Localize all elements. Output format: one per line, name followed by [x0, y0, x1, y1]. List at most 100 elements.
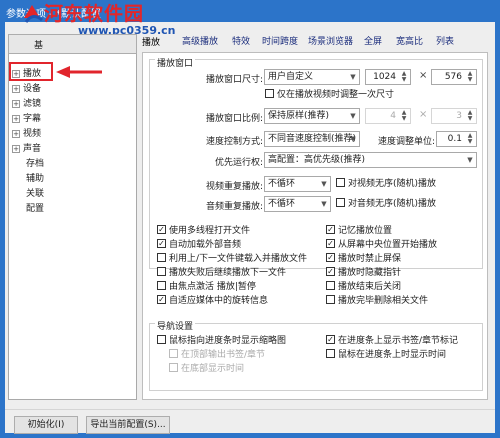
- checkbox-icon: [157, 281, 166, 290]
- spinner-icon[interactable]: ▲ ▼: [465, 110, 475, 122]
- expand-icon[interactable]: +: [12, 144, 20, 153]
- tree-header[interactable]: 基: [8, 34, 137, 54]
- group-title: 播放窗口: [155, 56, 196, 69]
- checkbox-label: 记忆播放位置: [338, 226, 393, 236]
- speed-unit-label: 速度调整单位:: [377, 137, 435, 147]
- audio-repeat-select[interactable]: 不循环 ▼: [264, 196, 331, 212]
- audio-repeat-label: 音频重复播放:: [205, 202, 263, 212]
- tree-item-association[interactable]: 关联: [26, 186, 44, 199]
- tree-item-sound[interactable]: + 声音: [12, 141, 41, 154]
- width-input[interactable]: 1024 ▲ ▼: [365, 69, 411, 85]
- checkbox-label: 播放时隐藏指针: [338, 268, 402, 278]
- checkbox-icon: [157, 253, 166, 262]
- checkbox-label: 播放结束后关闭: [338, 282, 402, 292]
- option-checkbox[interactable]: ✓ 使用多线程打开文件: [157, 225, 250, 237]
- tab-advanced-play[interactable]: 高级播放: [182, 34, 218, 47]
- tab-fullscreen[interactable]: 全屏: [364, 34, 382, 47]
- tree-item-label: 存档: [26, 159, 45, 169]
- tree-item-config[interactable]: 配置: [26, 201, 44, 214]
- only-first-checkbox[interactable]: 仅在播放视频时调整一次尺寸: [265, 89, 394, 101]
- width-value: 1024: [373, 72, 396, 82]
- thumbnail-checkbox[interactable]: 鼠标指向进度条时显示缩略图: [157, 335, 286, 347]
- export-config-button[interactable]: 导出当前配置(S)...: [86, 416, 170, 434]
- option-checkbox[interactable]: ✓ 记忆播放位置: [326, 225, 392, 237]
- checked-icon: ✓: [326, 267, 335, 276]
- height-input[interactable]: 576 ▲ ▼: [431, 69, 477, 85]
- priority-select-value: 高配置：高优先级(推荐): [268, 155, 366, 165]
- expand-icon[interactable]: +: [12, 84, 20, 93]
- ratio-b-input[interactable]: 3 ▲ ▼: [431, 108, 477, 124]
- option-checkbox[interactable]: 利用上/下一文件键载入并播放文件: [157, 253, 307, 265]
- spinner-icon[interactable]: ▲ ▼: [465, 71, 475, 83]
- checkbox-label: 仅在播放视频时调整一次尺寸: [277, 90, 395, 100]
- option-checkbox[interactable]: 播放完毕删除相关文件: [326, 295, 428, 307]
- tree-item-archive[interactable]: 存档: [26, 156, 44, 169]
- initialize-button[interactable]: 初始化(I): [14, 416, 78, 434]
- option-checkbox[interactable]: 由焦点激活 播放|暂停: [157, 281, 256, 293]
- expand-icon[interactable]: +: [12, 99, 20, 108]
- option-checkbox[interactable]: ✓ 自动加载外部音频: [157, 239, 241, 251]
- tab-scene-browser[interactable]: 场景浏览器: [308, 34, 353, 47]
- ratio-a-input[interactable]: 4 ▲ ▼: [365, 108, 411, 124]
- spinner-icon[interactable]: ▲ ▼: [399, 110, 409, 122]
- ratio-select[interactable]: 保持原样(推荐) ▼: [264, 108, 360, 124]
- tab-play[interactable]: 播放: [142, 35, 160, 48]
- video-shuffle-checkbox[interactable]: 对视频无序(随机)播放: [336, 178, 436, 190]
- speed-select[interactable]: 不同音速度控制(推荐) ▼: [264, 131, 360, 147]
- expand-icon[interactable]: +: [12, 114, 20, 123]
- tree-item-device[interactable]: + 设备: [12, 81, 41, 94]
- tab-timespan[interactable]: 时间跨度: [262, 34, 298, 47]
- tab-effects[interactable]: 特效: [232, 34, 250, 47]
- tree-item-label: 视频: [23, 129, 42, 139]
- tree-item-label: 关联: [26, 189, 45, 199]
- expand-icon[interactable]: +: [12, 129, 20, 138]
- option-checkbox[interactable]: ✓ 播放时隐藏指针: [326, 267, 401, 279]
- bottom-time-checkbox[interactable]: 在底部显示时间: [169, 363, 244, 375]
- option-checkbox[interactable]: 播放结束后关闭: [326, 281, 401, 293]
- tree-item-subtitle[interactable]: + 字幕: [12, 111, 41, 124]
- option-checkbox[interactable]: ✓ 从屏幕中央位置开始播放: [326, 239, 437, 251]
- option-checkbox[interactable]: ✓ 自适应媒体中的旋转信息: [157, 295, 268, 307]
- arrow-icon: [56, 66, 102, 78]
- checkbox-label: 在底部显示时间: [181, 364, 245, 374]
- chevron-down-icon: ▼: [350, 135, 356, 143]
- checkbox-label: 鼠标在进度条上时显示时间: [338, 350, 447, 360]
- checkbox-icon: [326, 349, 335, 358]
- checkbox-label: 在进度条上显示书签/章节标记: [338, 336, 459, 346]
- option-checkbox[interactable]: 播放失败后继续播放下一文件: [157, 267, 286, 279]
- hover-time-checkbox[interactable]: 鼠标在进度条上时显示时间: [326, 349, 446, 361]
- video-repeat-select[interactable]: 不循环 ▼: [264, 176, 331, 192]
- tree-item-filter[interactable]: + 滤镜: [12, 96, 41, 109]
- tree-item-video[interactable]: + 视频: [12, 126, 41, 139]
- watermark-brand: 河东软件园: [44, 3, 145, 25]
- speed-select-value: 不同音速度控制(推荐): [268, 134, 357, 144]
- tab-list[interactable]: 列表: [436, 34, 454, 47]
- checked-icon: ✓: [326, 239, 335, 248]
- priority-select[interactable]: 高配置：高优先级(推荐) ▼: [264, 152, 477, 168]
- chevron-down-icon: ▼: [350, 73, 356, 81]
- tree-item-label: 滤镜: [23, 99, 42, 109]
- tree-item-assist[interactable]: 辅助: [26, 171, 44, 184]
- speed-unit-input[interactable]: 0.1 ▲ ▼: [436, 131, 477, 147]
- checkbox-label: 播放完毕删除相关文件: [338, 296, 429, 306]
- size-select[interactable]: 用户自定义 ▼: [264, 69, 360, 85]
- tree-item-label: 辅助: [26, 174, 45, 184]
- tree-item-label: 声音: [23, 144, 42, 154]
- ratio-a-value: 4: [390, 111, 396, 121]
- checked-icon: ✓: [157, 239, 166, 248]
- checked-icon: ✓: [326, 225, 335, 234]
- option-checkbox[interactable]: ✓ 播放时禁止屏保: [326, 253, 401, 265]
- bookmark-marker-checkbox[interactable]: ✓ 在进度条上显示书签/章节标记: [326, 335, 458, 347]
- tree-item-label: 配置: [26, 204, 45, 214]
- tab-aspect[interactable]: 宽高比: [396, 34, 423, 47]
- size-label: 播放窗口尺寸:: [205, 75, 263, 85]
- spinner-icon[interactable]: ▲ ▼: [465, 133, 475, 145]
- chevron-down-icon: ▼: [467, 156, 473, 164]
- top-bookmark-checkbox[interactable]: 在顶部输出书签/章节: [169, 349, 265, 361]
- spinner-icon[interactable]: ▲ ▼: [399, 71, 409, 83]
- checkbox-label: 在顶部输出书签/章节: [181, 350, 266, 360]
- checkbox-icon: [336, 198, 345, 207]
- tree-item-label: 字幕: [23, 114, 42, 124]
- audio-shuffle-checkbox[interactable]: 对音频无序(随机)播放: [336, 198, 436, 210]
- checkbox-label: 对视频无序(随机)播放: [348, 179, 437, 189]
